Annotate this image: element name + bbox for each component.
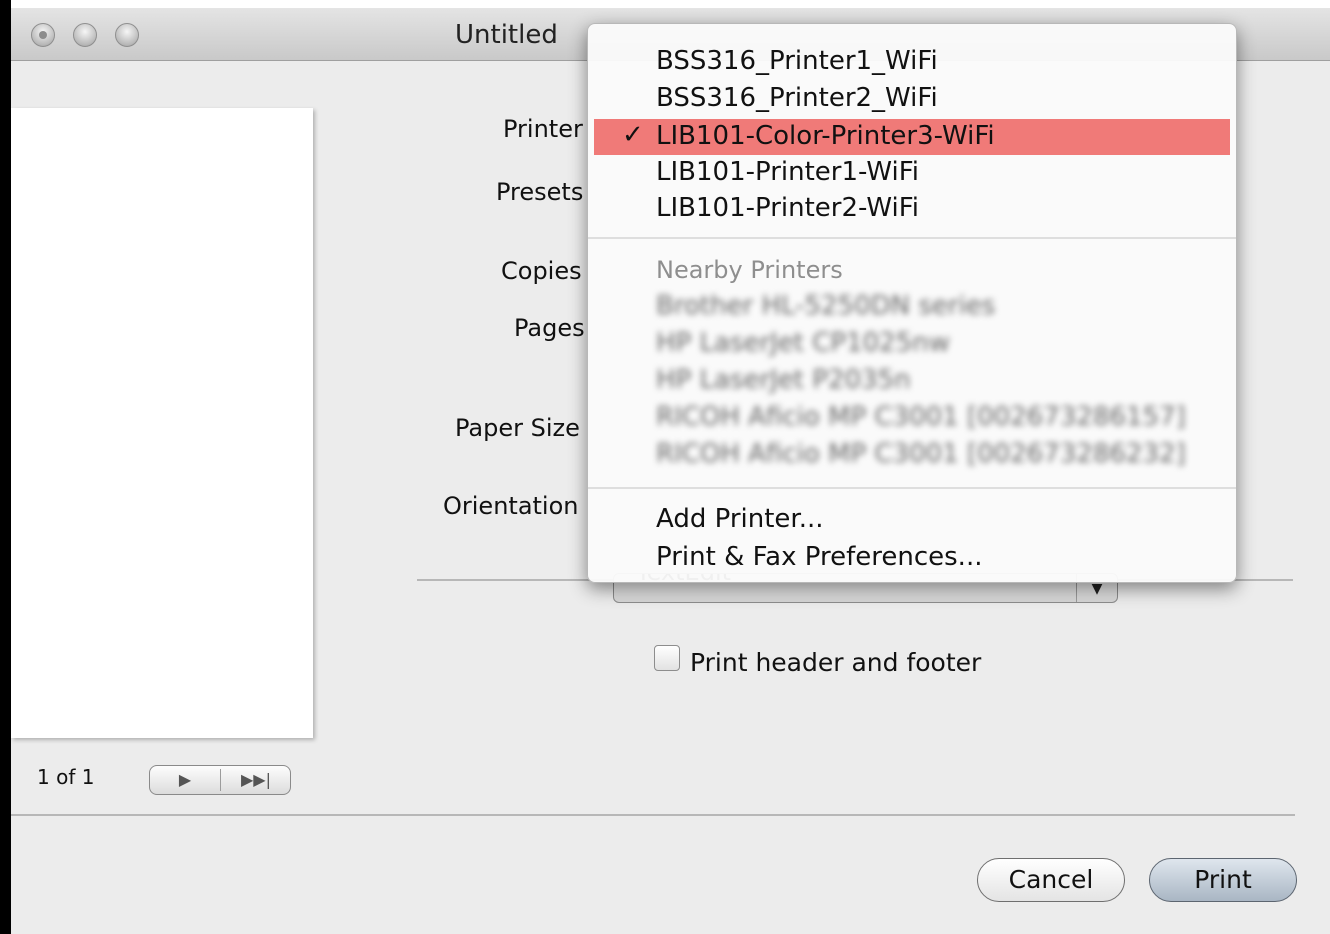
menu-item-label: BSS316_Printer2_WiFi bbox=[656, 83, 938, 113]
page-count: 1 of 1 bbox=[37, 765, 95, 789]
menu-header-label: Nearby Printers bbox=[656, 256, 843, 284]
menu-item-nearby-printer[interactable]: RICOH Aficio MP C3001 [002673286232] bbox=[588, 437, 1236, 473]
footer-divider bbox=[11, 814, 1295, 816]
menu-item-printer-selected[interactable]: ✓ LIB101-Color-Printer3-WiFi bbox=[594, 119, 1230, 155]
presets-label: Presets bbox=[496, 178, 584, 206]
menu-item-nearby-printer[interactable]: Brother HL-5250DN series bbox=[588, 289, 1236, 325]
window-title: Untitled bbox=[455, 20, 558, 50]
menu-item-label: LIB101-Printer1-WiFi bbox=[656, 157, 920, 187]
menu-item-nearby-printer[interactable]: HP LaserJet CP1025nw bbox=[588, 326, 1236, 362]
zoom-icon[interactable] bbox=[115, 23, 139, 47]
menu-item-label: HP LaserJet CP1025nw bbox=[656, 328, 951, 358]
next-page-button[interactable]: ▶ bbox=[150, 766, 220, 794]
cancel-button[interactable]: Cancel bbox=[977, 858, 1125, 902]
menu-item-printer[interactable]: BSS316_Printer1_WiFi bbox=[588, 44, 1236, 80]
minimize-icon[interactable] bbox=[73, 23, 97, 47]
checkmark-icon: ✓ bbox=[622, 120, 644, 150]
print-dialog-window: Untitled 1 of 1 ▶ ▶▶| Printer Presets Co… bbox=[11, 8, 1330, 934]
last-page-button[interactable]: ▶▶| bbox=[221, 766, 291, 794]
printer-menu: BSS316_Printer1_WiFi BSS316_Printer2_WiF… bbox=[587, 23, 1237, 583]
menu-item-label: LIB101-Color-Printer3-WiFi bbox=[656, 121, 995, 151]
paper-size-label: Paper Size bbox=[455, 414, 580, 442]
menu-item-label: BSS316_Printer1_WiFi bbox=[656, 46, 938, 76]
page-navigation: ▶ ▶▶| bbox=[149, 765, 291, 795]
header-footer-checkbox[interactable] bbox=[654, 645, 680, 671]
menu-item-add-printer[interactable]: Add Printer... bbox=[588, 502, 1236, 538]
menu-separator bbox=[588, 487, 1236, 489]
menu-item-printer[interactable]: BSS316_Printer2_WiFi bbox=[588, 81, 1236, 117]
menu-item-label: Add Printer... bbox=[656, 504, 824, 534]
menu-item-printer[interactable]: LIB101-Printer2-WiFi bbox=[588, 191, 1236, 227]
pages-label: Pages bbox=[514, 314, 585, 342]
menu-item-label: Print & Fax Preferences... bbox=[656, 542, 983, 572]
menu-item-label: LIB101-Printer2-WiFi bbox=[656, 193, 920, 223]
menu-separator bbox=[588, 237, 1236, 239]
nearby-printers-header: Nearby Printers bbox=[588, 254, 1236, 290]
menu-item-label: Brother HL-5250DN series bbox=[656, 291, 996, 321]
menu-item-print-fax-preferences[interactable]: Print & Fax Preferences... bbox=[588, 540, 1236, 576]
print-button[interactable]: Print bbox=[1149, 858, 1297, 902]
header-footer-label[interactable]: Print header and footer bbox=[690, 648, 981, 677]
menu-item-nearby-printer[interactable]: HP LaserJet P2035n bbox=[588, 363, 1236, 399]
copies-label: Copies bbox=[501, 257, 582, 285]
menu-item-label: HP LaserJet P2035n bbox=[656, 365, 911, 395]
left-border bbox=[0, 0, 11, 934]
close-icon[interactable] bbox=[31, 23, 55, 47]
preview-page bbox=[11, 108, 313, 738]
printer-label: Printer bbox=[503, 115, 583, 143]
screen: Untitled 1 of 1 ▶ ▶▶| Printer Presets Co… bbox=[0, 0, 1330, 934]
orientation-label: Orientation bbox=[443, 492, 579, 520]
menu-item-printer[interactable]: LIB101-Printer1-WiFi bbox=[588, 155, 1236, 191]
menu-item-label: RICOH Aficio MP C3001 [002673286232] bbox=[656, 439, 1186, 469]
menu-item-nearby-printer[interactable]: RICOH Aficio MP C3001 [002673286157] bbox=[588, 400, 1236, 436]
menu-item-label: RICOH Aficio MP C3001 [002673286157] bbox=[656, 402, 1186, 432]
